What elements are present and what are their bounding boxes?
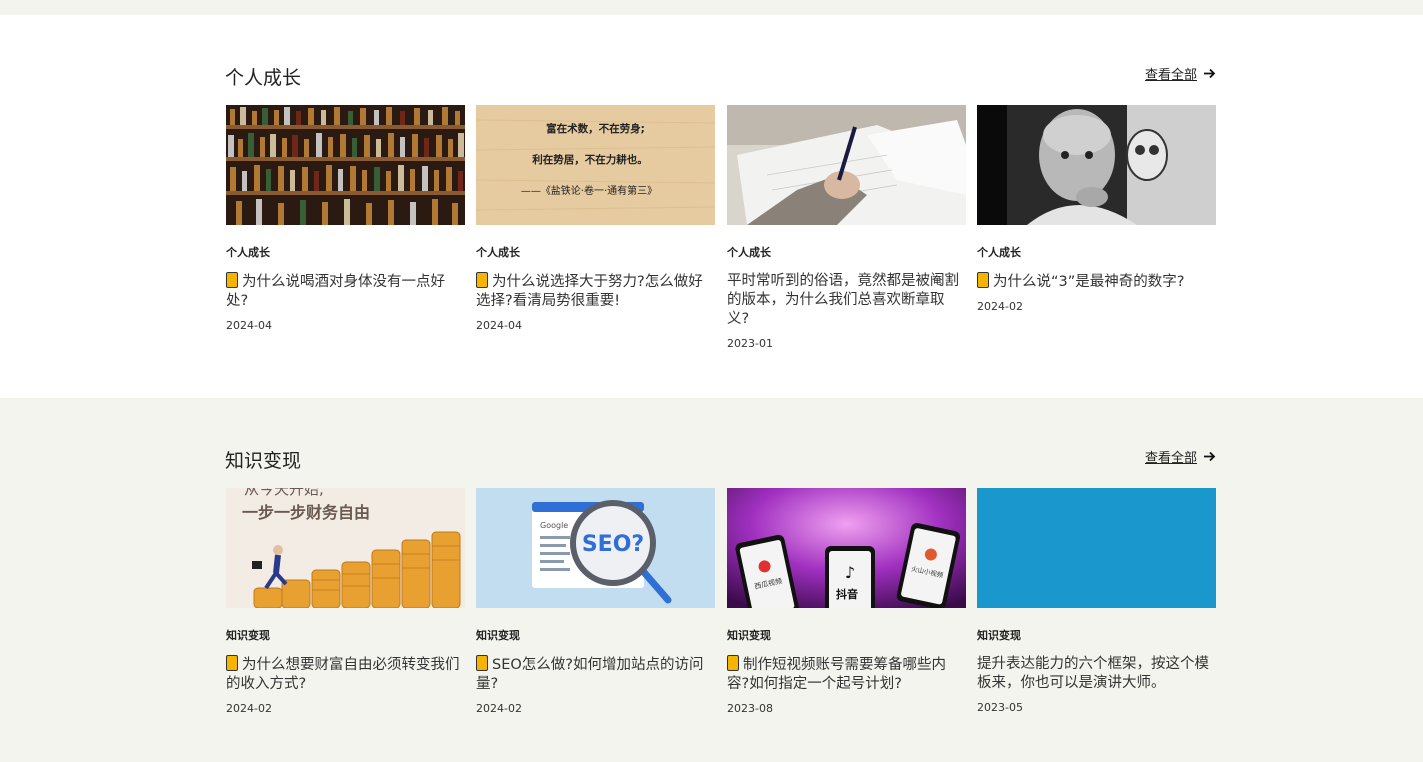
article-title[interactable]: SEO怎么做?如何增加站点的访问量?: [476, 655, 715, 694]
pin-icon: [226, 655, 238, 671]
coins-line-1: 一步一步财务自由: [242, 503, 370, 522]
article-card[interactable]: 富在术数，不在劳身; 利在势居，不在力耕也。 ——《盐铁论·卷一·通有第三》 个…: [476, 105, 715, 332]
article-title[interactable]: 为什么说喝酒对身体没有一点好处?: [226, 272, 465, 311]
pin-icon: [977, 272, 989, 288]
article-title[interactable]: 为什么想要财富自由必须转变我们的收入方式?: [226, 655, 465, 694]
article-date: 2024-02: [476, 702, 522, 715]
seo-label: SEO?: [582, 532, 644, 557]
article-title-text[interactable]: 平时常听到的俗语，竟然都是被阉割的版本，为什么我们总喜欢断章取义?: [727, 273, 959, 327]
svg-text:♪: ♪: [845, 563, 855, 582]
article-thumbnail[interactable]: Google SEO?: [476, 488, 715, 608]
article-category[interactable]: 个人成长: [476, 244, 715, 260]
article-thumbnail[interactable]: [727, 105, 966, 225]
article-date: 2024-02: [226, 702, 272, 715]
article-title-text[interactable]: 为什么说选择大于努力?怎么做好选择?看清局势很重要!: [476, 274, 703, 309]
section-knowledge-monetization: 知识变现 查看全部 从今天开始, 一步一步财务自由 知识变现 为什么想要财富自由…: [0, 398, 1423, 762]
quote-line-1: 富在术数，不在劳身;: [546, 122, 645, 135]
article-title-text[interactable]: 为什么说“3”是最神奇的数字?: [993, 274, 1184, 290]
article-title-text[interactable]: 制作短视频账号需要筹备哪些内容?如何指定一个起号计划?: [727, 657, 946, 692]
article-date: 2024-04: [476, 319, 522, 332]
article-thumbnail[interactable]: [977, 488, 1216, 608]
article-date: 2023-05: [977, 701, 1023, 714]
article-card[interactable]: 知识变现 提升表达能力的六个框架，按这个模板来，你也可以是演讲大师。 2023-…: [977, 488, 1216, 714]
article-category[interactable]: 知识变现: [977, 627, 1216, 643]
article-title[interactable]: 制作短视频账号需要筹备哪些内容?如何指定一个起号计划?: [727, 655, 966, 694]
article-date: 2023-08: [727, 702, 773, 715]
article-title-text[interactable]: 提升表达能力的六个框架，按这个模板来，你也可以是演讲大师。: [977, 656, 1209, 691]
pin-icon: [476, 655, 488, 671]
article-card[interactable]: 从今天开始, 一步一步财务自由 知识变现 为什么想要财富自由必须转变我们的收入方…: [226, 488, 465, 715]
article-date: 2023-01: [727, 337, 773, 350]
view-all-label: 查看全部: [1144, 68, 1197, 83]
pin-icon: [727, 655, 739, 671]
section-header: 知识变现 查看全部: [225, 444, 1216, 474]
section-personal-growth: 个人成长 查看全部 个人成长 为什么说喝酒对身体没有一点好处? 2024-04 …: [0, 15, 1423, 398]
article-thumbnail[interactable]: 西瓜视频 ♪ 抖音 火山小视频: [727, 488, 966, 608]
seo-google: Google: [540, 521, 568, 530]
article-card[interactable]: 西瓜视频 ♪ 抖音 火山小视频 知识变现 制作短视频账号需要筹备哪些内容?如何指…: [727, 488, 966, 715]
article-title[interactable]: 提升表达能力的六个框架，按这个模板来，你也可以是演讲大师。: [977, 655, 1216, 693]
article-thumbnail[interactable]: 富在术数，不在劳身; 利在势居，不在力耕也。 ——《盐铁论·卷一·通有第三》: [476, 105, 715, 225]
article-title-text[interactable]: 为什么想要财富自由必须转变我们的收入方式?: [226, 657, 460, 692]
article-thumbnail[interactable]: [977, 105, 1216, 225]
arrow-right-icon: [1204, 451, 1216, 462]
arrow-right-icon: [1204, 68, 1216, 79]
article-title[interactable]: 为什么说“3”是最神奇的数字?: [977, 272, 1216, 292]
pin-icon: [476, 272, 488, 288]
article-category[interactable]: 个人成长: [977, 244, 1216, 260]
card-list: 从今天开始, 一步一步财务自由 知识变现 为什么想要财富自由必须转变我们的收入方…: [226, 488, 1216, 738]
article-title-text[interactable]: 为什么说喝酒对身体没有一点好处?: [226, 274, 445, 309]
article-card[interactable]: 个人成长 为什么说喝酒对身体没有一点好处? 2024-04: [226, 105, 465, 332]
coins-line-0: 从今天开始,: [244, 488, 324, 498]
quote-line-2: 利在势居，不在力耕也。: [532, 153, 648, 166]
view-all-label: 查看全部: [1144, 451, 1197, 466]
article-category[interactable]: 知识变现: [476, 627, 715, 643]
section-header: 个人成长 查看全部: [225, 61, 1216, 91]
view-all-link[interactable]: 查看全部: [1145, 447, 1216, 466]
article-date: 2024-02: [977, 300, 1023, 313]
pin-icon: [226, 272, 238, 288]
article-category[interactable]: 知识变现: [226, 627, 465, 643]
article-card[interactable]: 个人成长 为什么说“3”是最神奇的数字? 2024-02: [977, 105, 1216, 313]
quote-line-3: ——《盐铁论·卷一·通有第三》: [521, 184, 657, 197]
article-title[interactable]: 平时常听到的俗语，竟然都是被阉割的版本，为什么我们总喜欢断章取义?: [727, 272, 966, 329]
section-title: 知识变现: [225, 450, 302, 472]
article-category[interactable]: 个人成长: [727, 244, 966, 260]
section-title: 个人成长: [225, 67, 302, 89]
article-title[interactable]: 为什么说选择大于努力?怎么做好选择?看清局势很重要!: [476, 272, 715, 311]
article-title-text[interactable]: SEO怎么做?如何增加站点的访问量?: [476, 657, 703, 692]
article-date: 2024-04: [226, 319, 272, 332]
article-card[interactable]: 个人成长 平时常听到的俗语，竟然都是被阉割的版本，为什么我们总喜欢断章取义? 2…: [727, 105, 966, 350]
article-category[interactable]: 个人成长: [226, 244, 465, 260]
card-list: 个人成长 为什么说喝酒对身体没有一点好处? 2024-04 富在术数，不在劳身;…: [226, 105, 1216, 355]
douyin-label: 抖音: [836, 587, 858, 601]
article-card[interactable]: Google SEO? 知识变现 SEO怎么做?如何增加站点的访问量? 2024…: [476, 488, 715, 715]
article-thumbnail[interactable]: 从今天开始, 一步一步财务自由: [226, 488, 465, 608]
article-thumbnail[interactable]: [226, 105, 465, 225]
view-all-link[interactable]: 查看全部: [1145, 64, 1216, 83]
article-category[interactable]: 知识变现: [727, 627, 966, 643]
